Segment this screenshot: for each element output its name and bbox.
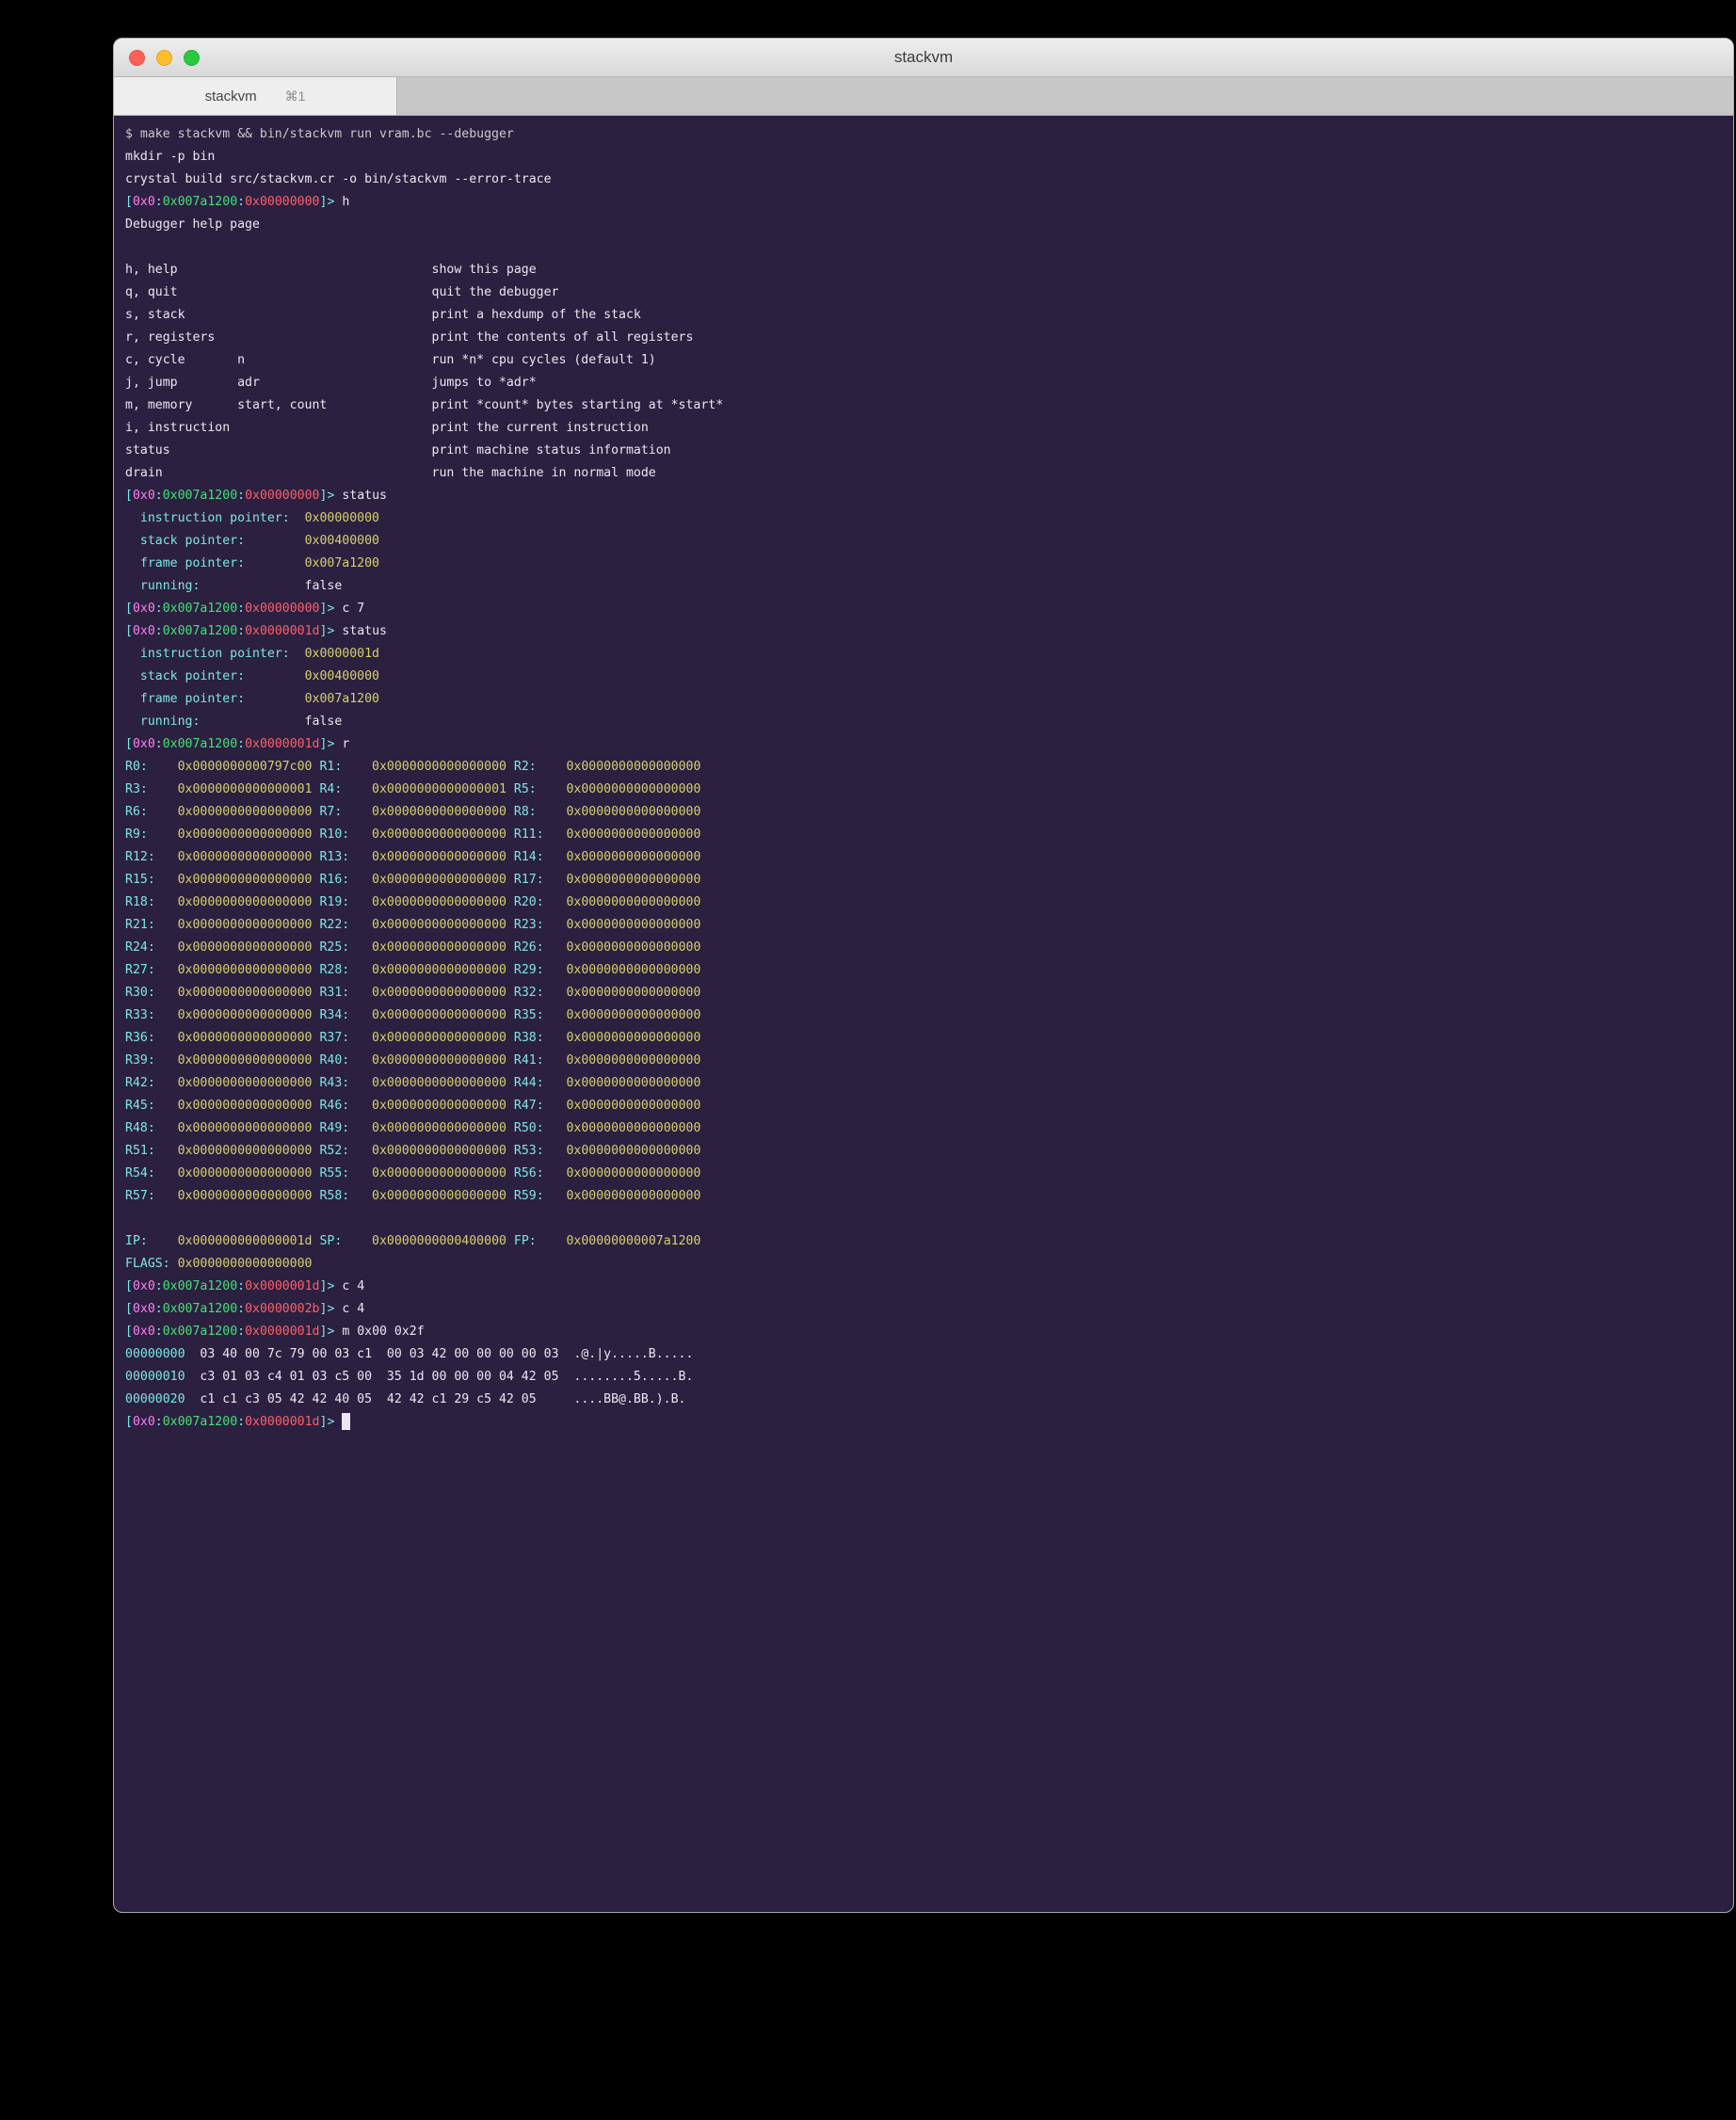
zoom-icon[interactable]	[184, 50, 200, 66]
tab-bar: stackvm ⌘1	[114, 77, 1733, 116]
terminal-window: stackvm stackvm ⌘1 $ make stackvm && bin…	[113, 38, 1734, 1913]
traffic-lights	[129, 50, 200, 66]
close-icon[interactable]	[129, 50, 145, 66]
terminal-content[interactable]: $ make stackvm && bin/stackvm run vram.b…	[114, 116, 1733, 1912]
window-title: stackvm	[114, 39, 1733, 76]
tab-shortcut: ⌘1	[285, 88, 306, 104]
minimize-icon[interactable]	[156, 50, 172, 66]
cursor	[342, 1413, 350, 1430]
tab-label: stackvm	[205, 88, 257, 104]
tab-stackvm[interactable]: stackvm ⌘1	[114, 77, 397, 115]
titlebar[interactable]: stackvm	[114, 39, 1733, 77]
